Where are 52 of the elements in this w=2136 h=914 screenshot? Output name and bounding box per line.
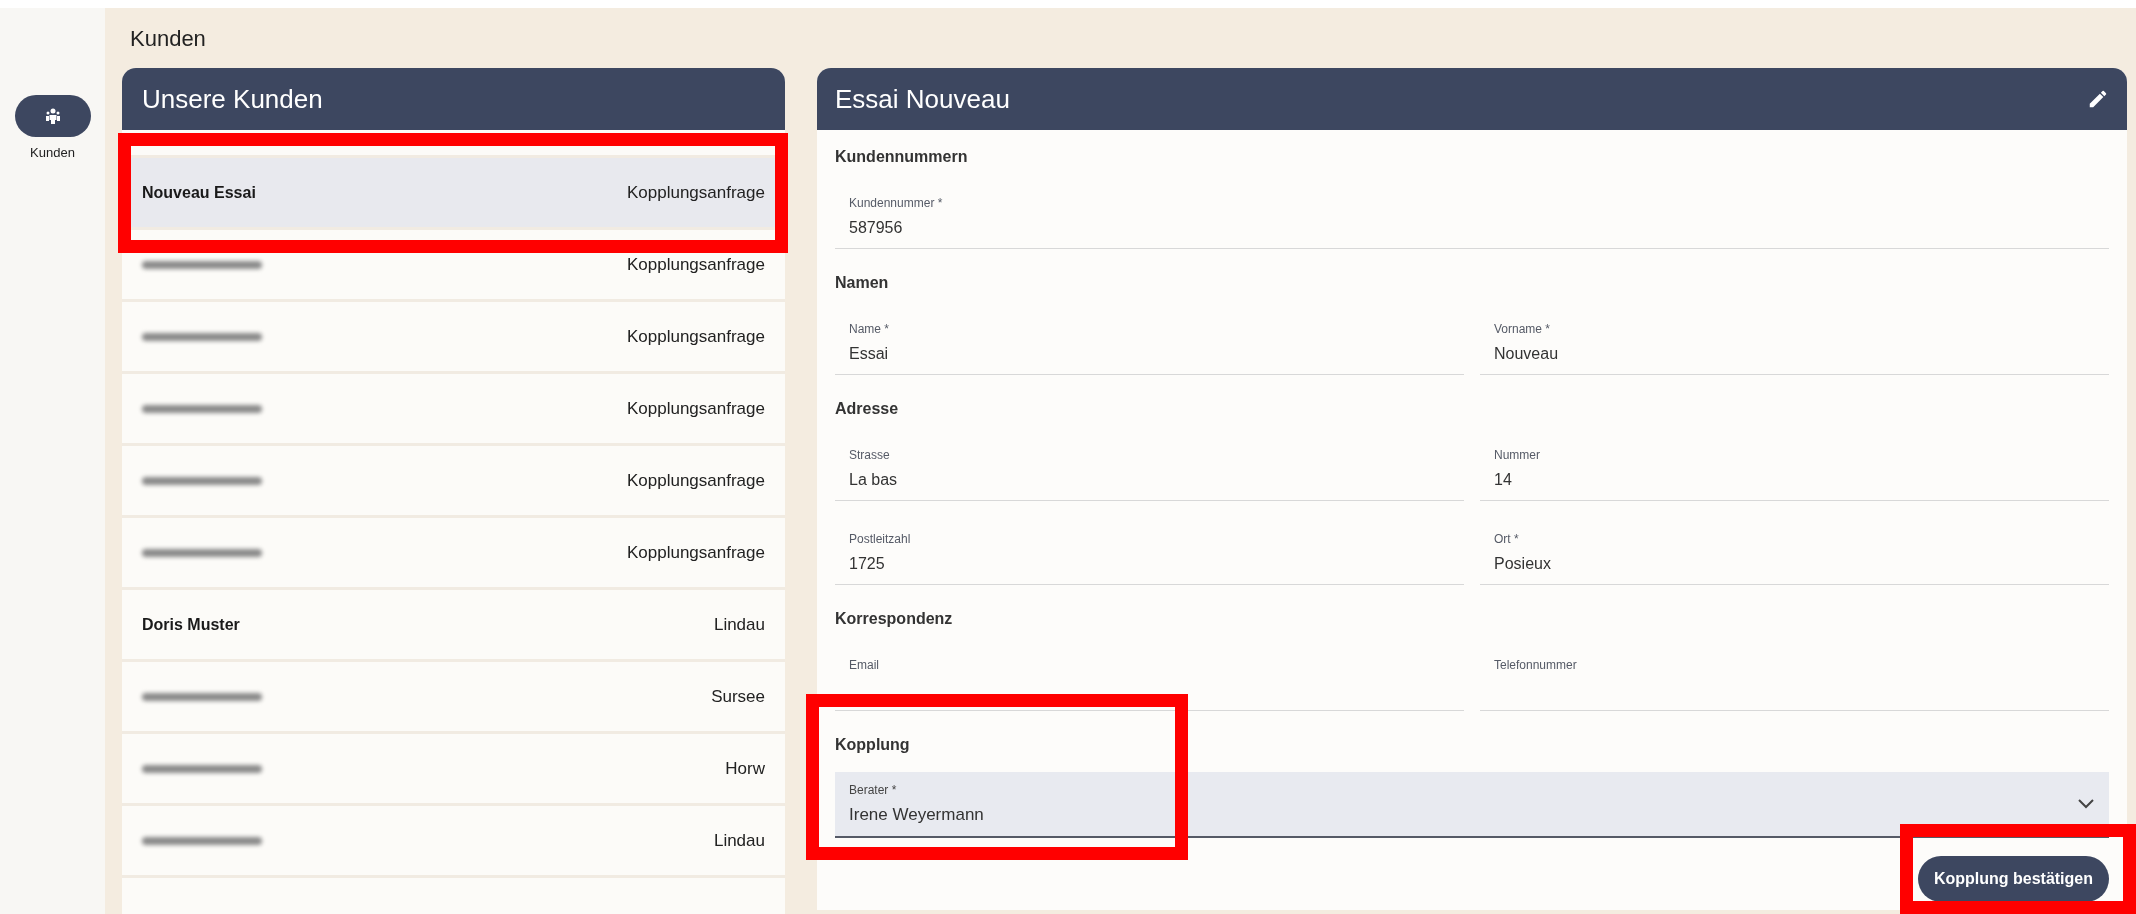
- select-field[interactable]: Berater * Irene Weyermann: [835, 772, 2109, 838]
- field-label: Nummer: [1494, 447, 1541, 464]
- text-field[interactable]: Nummer 14: [1480, 438, 2109, 501]
- customer-status: Lindau: [713, 829, 765, 852]
- field-label: Ort *: [1494, 531, 1520, 548]
- customer-status: Horw: [725, 757, 765, 780]
- customer-status: Kopplungsanfrage: [627, 469, 765, 492]
- text-field[interactable]: Vorname * Nouveau: [1480, 312, 2109, 375]
- chevron-down-icon: [2077, 798, 2095, 810]
- field-value: 14: [1494, 470, 1513, 490]
- field-value: Posieux: [1494, 554, 1552, 574]
- field-label: Strasse: [849, 447, 891, 464]
- section-title: Kundennummern: [835, 147, 969, 167]
- field-value: La bas: [849, 470, 899, 490]
- page-title: Kunden: [129, 24, 207, 53]
- panel-title: Essai Nouveau: [835, 82, 1010, 116]
- customer-name: Doris Muster: [142, 614, 240, 635]
- customer-status: Kopplungsanfrage: [627, 325, 765, 348]
- section-title: Kopplung: [835, 735, 911, 755]
- customer-status: Sursee: [711, 685, 765, 708]
- text-field[interactable]: Kundennummer * 587956: [835, 186, 2109, 249]
- section-title: Adresse: [835, 399, 900, 419]
- field-value: 587956: [849, 218, 904, 238]
- customer-status: Lindau: [713, 613, 765, 636]
- customer-status: Kopplungsanfrage: [627, 181, 765, 204]
- text-field[interactable]: Postleitzahl 1725: [835, 522, 1464, 585]
- edit-icon[interactable]: [2087, 88, 2109, 110]
- confirm-button[interactable]: Kopplung bestätigen: [1917, 856, 2109, 902]
- field-label: Berater *: [849, 781, 898, 799]
- field-value: Essai: [849, 344, 890, 364]
- people-icon: [45, 108, 60, 124]
- section-title: Namen: [835, 273, 890, 293]
- panel-title: Unsere Kunden: [142, 82, 323, 116]
- customer-status: Kopplungsanfrage: [627, 253, 765, 276]
- customer-name: Nouveau Essai: [142, 182, 256, 203]
- field-label: Email: [849, 657, 880, 674]
- field-value: Irene Weyermann: [849, 803, 984, 826]
- field-label: Vorname *: [1494, 321, 1552, 338]
- field-label: Kundennummer *: [849, 195, 944, 212]
- field-value: 1725: [849, 554, 886, 574]
- text-field[interactable]: Email: [835, 648, 1464, 711]
- section-title: Korrespondenz: [835, 609, 954, 629]
- text-field[interactable]: Strasse La bas: [835, 438, 1464, 501]
- field-label: Telefonnummer: [1494, 657, 1578, 674]
- text-field[interactable]: Name * Essai: [835, 312, 1464, 375]
- field-label: Postleitzahl: [849, 531, 912, 548]
- text-field[interactable]: Telefonnummer: [1480, 648, 2109, 711]
- field-value: Nouveau: [1494, 344, 1560, 364]
- customer-status: Kopplungsanfrage: [627, 397, 765, 420]
- customer-status: Kopplungsanfrage: [627, 541, 765, 564]
- field-label: Name *: [849, 321, 890, 338]
- text-field[interactable]: Ort * Posieux: [1480, 522, 2109, 585]
